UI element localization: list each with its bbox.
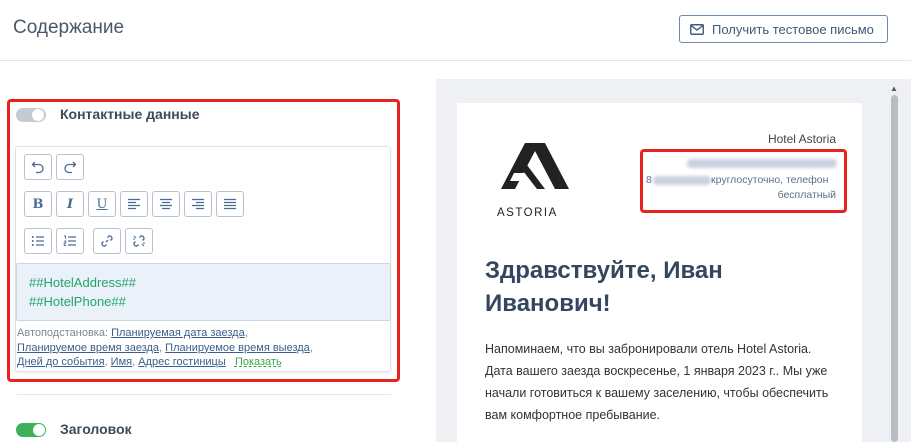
align-center-icon <box>160 198 172 210</box>
editor-line-address: ##HotelAddress## <box>29 275 136 290</box>
undo-icon <box>31 161 44 174</box>
unlink-icon <box>133 235 145 247</box>
content-settings-panel: Контактные данные B I U ##HotelAddress##… <box>0 62 420 442</box>
page-title: Содержание <box>13 17 125 38</box>
bold-icon: B <box>32 196 44 212</box>
preview-hotel-name: Hotel Astoria <box>767 132 836 146</box>
autosub-hotel-address[interactable]: Адрес гостиницы <box>138 356 226 368</box>
numbered-list-icon <box>63 235 76 246</box>
editor-line-phone: ##HotelPhone## <box>29 294 126 309</box>
mail-icon <box>690 23 704 35</box>
top-bar: Содержание Получить тестовое письмо <box>0 0 911 61</box>
align-justify-icon <box>224 198 236 210</box>
align-center-button[interactable] <box>152 191 180 217</box>
autosub-name[interactable]: Имя <box>111 356 132 368</box>
email-preview-panel: ASTORIA Hotel Astoria 8 круглосуточно, т… <box>436 79 911 442</box>
autosub-label: Автоподстановка: <box>17 327 109 339</box>
editor-content-area[interactable]: ##HotelAddress## ##HotelPhone## <box>16 263 391 321</box>
autosubstitution: Автоподстановка: Планируемая дата заезда… <box>17 327 313 368</box>
bold-button[interactable]: B <box>24 191 52 217</box>
align-right-button[interactable] <box>184 191 212 217</box>
align-left-icon <box>128 198 140 210</box>
link-button[interactable] <box>93 228 121 254</box>
numbered-list-button[interactable] <box>56 228 84 254</box>
underline-button[interactable]: U <box>88 191 116 217</box>
contacts-toggle[interactable] <box>16 108 46 122</box>
link-icon <box>101 235 113 247</box>
italic-icon: I <box>66 196 74 212</box>
preview-body: Напоминаем, что вы забронировали отель H… <box>485 342 829 422</box>
highlight-contacts-preview <box>640 149 847 213</box>
redo-icon <box>64 161 77 174</box>
get-test-email-button[interactable]: Получить тестовое письмо <box>679 15 888 43</box>
autosub-days-to-event[interactable]: Дней до события <box>17 356 105 368</box>
heading-section-label: Заголовок <box>60 421 132 437</box>
bullet-list-icon <box>31 236 44 246</box>
preview-greeting: Здравствуйте, Иван Иванович! <box>485 257 723 317</box>
heading-toggle[interactable] <box>16 423 46 437</box>
unlink-button[interactable] <box>125 228 153 254</box>
email-preview-card: ASTORIA Hotel Astoria 8 круглосуточно, т… <box>457 103 862 442</box>
logo-text: ASTORIA <box>497 207 558 219</box>
toggle-knob <box>33 424 45 436</box>
redo-button[interactable] <box>56 154 84 180</box>
undo-button[interactable] <box>24 154 52 180</box>
autosub-planned-checkin-date[interactable]: Планируемая дата заезда <box>111 327 245 339</box>
align-justify-button[interactable] <box>216 191 244 217</box>
astoria-logo-icon <box>501 143 569 189</box>
autosub-planned-checkout-time[interactable]: Планируемое время выезда <box>165 342 310 354</box>
section-divider <box>17 394 391 395</box>
scroll-up-arrow[interactable]: ▲ <box>890 84 898 93</box>
toggle-knob <box>32 109 44 121</box>
get-test-email-label: Получить тестовое письмо <box>712 21 874 37</box>
italic-button[interactable]: I <box>56 191 84 217</box>
underline-icon: U <box>96 196 108 212</box>
contacts-section-label: Контактные данные <box>60 106 200 122</box>
scrollbar-thumb[interactable] <box>891 95 898 442</box>
bullet-list-button[interactable] <box>24 228 52 254</box>
autosub-planned-checkin-time[interactable]: Планируемое время заезда <box>17 342 159 354</box>
align-right-icon <box>192 198 204 210</box>
autosub-show-link[interactable]: Показать <box>235 356 282 368</box>
align-left-button[interactable] <box>120 191 148 217</box>
